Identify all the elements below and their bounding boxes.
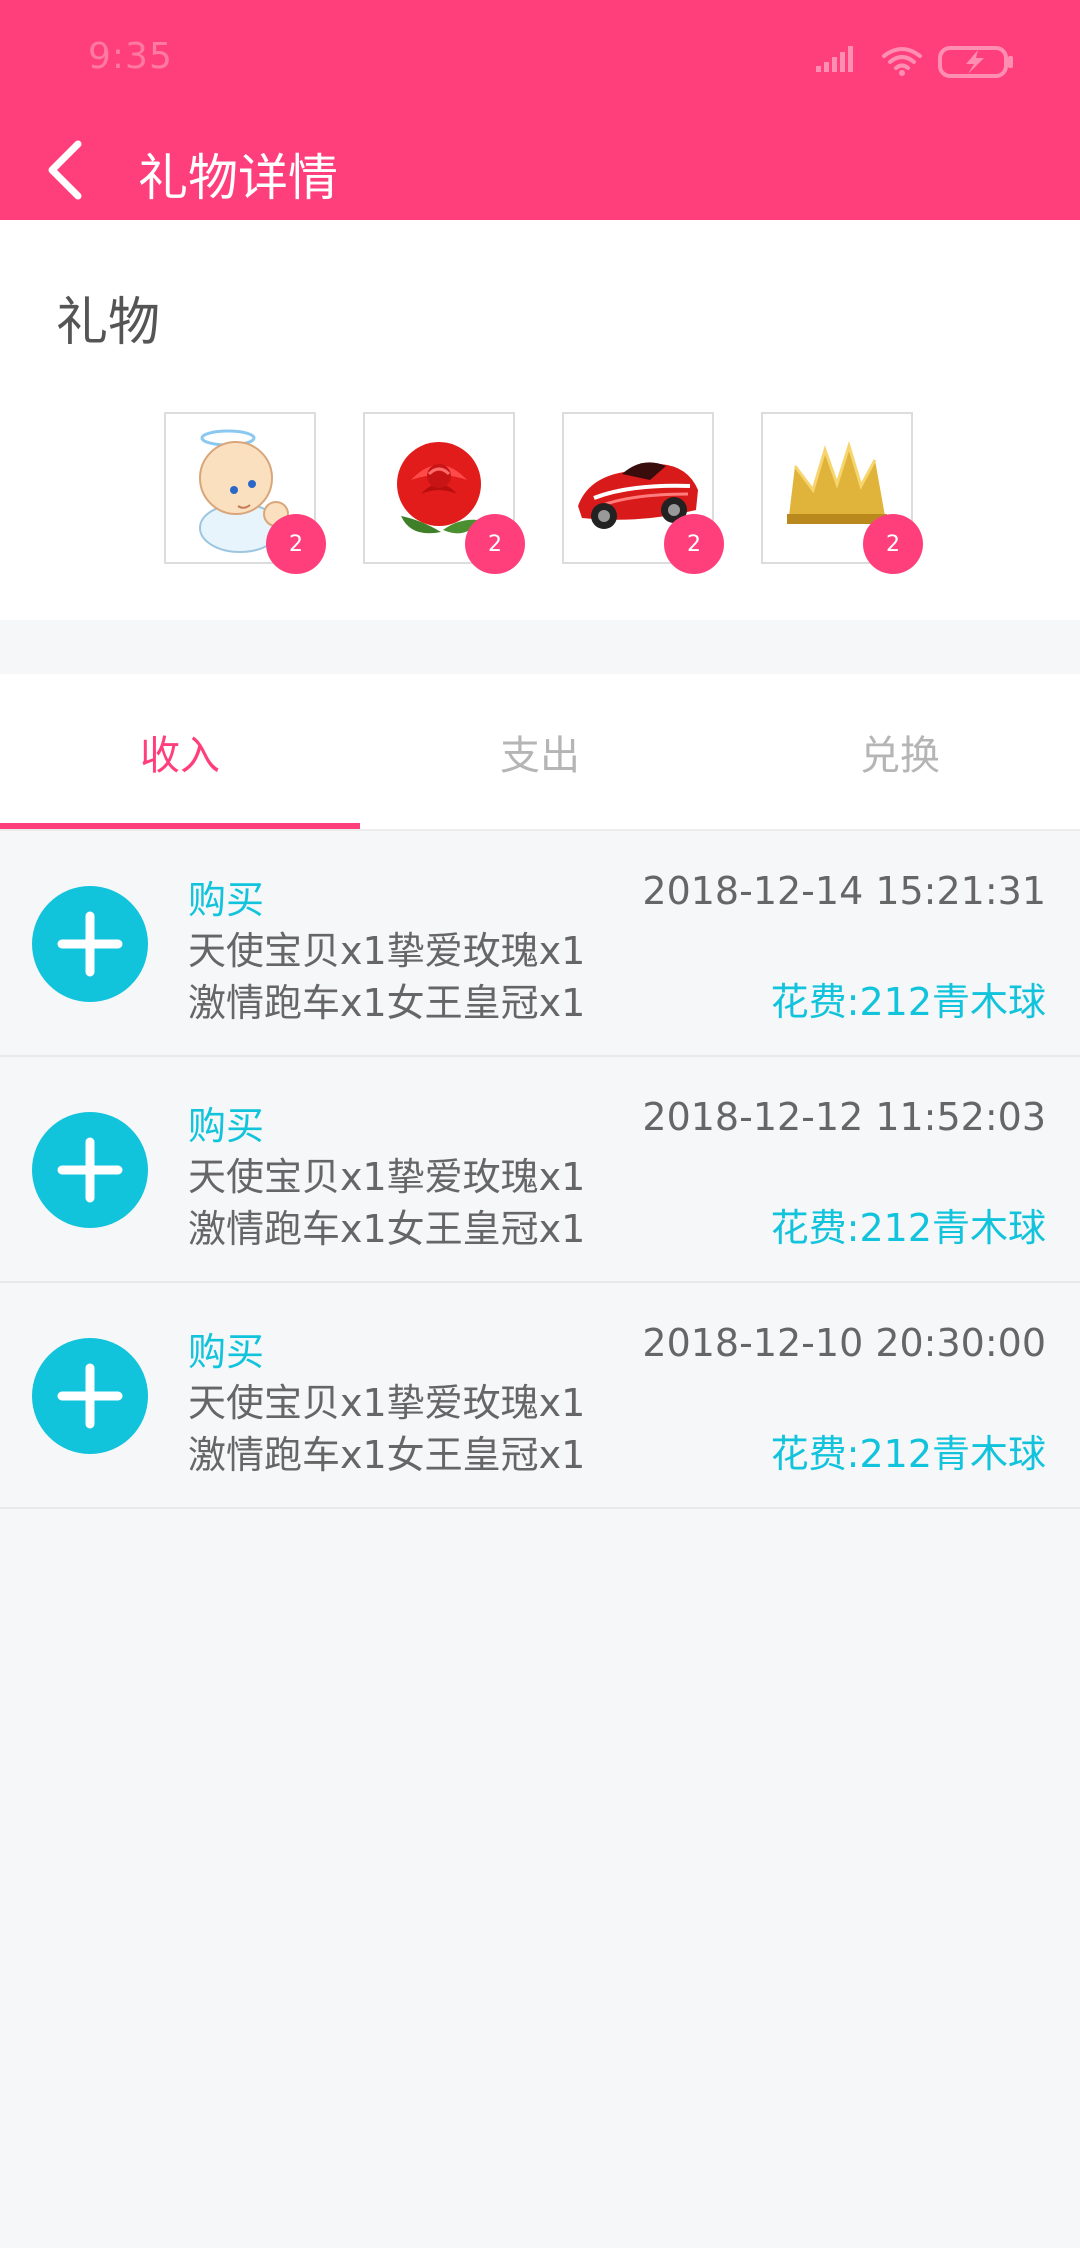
signal-icon [816,46,853,72]
gift-count-badge: 2 [863,514,923,574]
tab-income[interactable]: 收入 [0,674,360,829]
title-bar: 礼物详情 [0,120,1080,220]
battery-icon [938,46,1013,78]
gift-item[interactable]: 2 [761,412,923,574]
app-header: 9:35 礼物详情 [0,0,1080,220]
gift-item[interactable]: 2 [363,412,525,574]
gift-list: 2 2 2 2 [164,412,924,592]
record-type: 购买 [188,1104,265,1148]
record-items: 天使宝贝x1挚爱玫瑰x1 激情跑车x1女王皇冠x1 [188,1151,608,1255]
record-time: 2018-12-14 15:21:31 [642,869,1046,913]
record-items-line: 天使宝贝x1挚爱玫瑰x1 [188,1155,586,1199]
status-time: 9:35 [88,36,173,77]
record-items-line: 天使宝贝x1挚爱玫瑰x1 [188,929,586,973]
gift-item[interactable]: 2 [164,412,326,574]
plus-icon [32,1112,148,1228]
record-time: 2018-12-10 20:30:00 [642,1321,1046,1365]
tab-bar: 收入 支出 兑换 [0,674,1080,829]
record-items-line: 激情跑车x1女王皇冠x1 [188,1207,586,1251]
plus-icon [32,1338,148,1454]
plus-icon [32,886,148,1002]
back-button[interactable] [24,130,104,210]
record-items: 天使宝贝x1挚爱玫瑰x1 激情跑车x1女王皇冠x1 [188,1377,608,1481]
list-item[interactable]: 购买 天使宝贝x1挚爱玫瑰x1 激情跑车x1女王皇冠x1 2018-12-14 … [0,831,1080,1057]
record-cost: 花费:212青木球 [770,980,1046,1024]
gift-summary-card: 礼物 2 2 2 2 [0,220,1080,620]
record-items: 天使宝贝x1挚爱玫瑰x1 激情跑车x1女王皇冠x1 [188,925,608,1029]
tab-exchange[interactable]: 兑换 [720,674,1080,829]
gift-heading: 礼物 [56,293,161,353]
status-bar: 9:35 [0,0,1080,120]
record-items-line: 激情跑车x1女王皇冠x1 [188,1433,586,1477]
record-type: 购买 [188,1330,265,1374]
record-items-line: 天使宝贝x1挚爱玫瑰x1 [188,1381,586,1425]
gift-count-badge: 2 [465,514,525,574]
record-cost: 花费:212青木球 [770,1206,1046,1250]
record-type: 购买 [188,878,265,922]
tab-expense[interactable]: 支出 [360,674,720,829]
back-arrow-icon [48,140,82,200]
gift-count-badge: 2 [664,514,724,574]
page-title: 礼物详情 [138,149,338,207]
record-list: 购买 天使宝贝x1挚爱玫瑰x1 激情跑车x1女王皇冠x1 2018-12-14 … [0,831,1080,1509]
record-time: 2018-12-12 11:52:03 [642,1095,1046,1139]
list-item[interactable]: 购买 天使宝贝x1挚爱玫瑰x1 激情跑车x1女王皇冠x1 2018-12-12 … [0,1057,1080,1283]
wifi-icon [882,47,922,70]
list-item[interactable]: 购买 天使宝贝x1挚爱玫瑰x1 激情跑车x1女王皇冠x1 2018-12-10 … [0,1283,1080,1509]
gift-item[interactable]: 2 [562,412,724,574]
gift-count-badge: 2 [266,514,326,574]
record-cost: 花费:212青木球 [770,1432,1046,1476]
status-icons [800,40,1040,80]
record-items-line: 激情跑车x1女王皇冠x1 [188,981,586,1025]
